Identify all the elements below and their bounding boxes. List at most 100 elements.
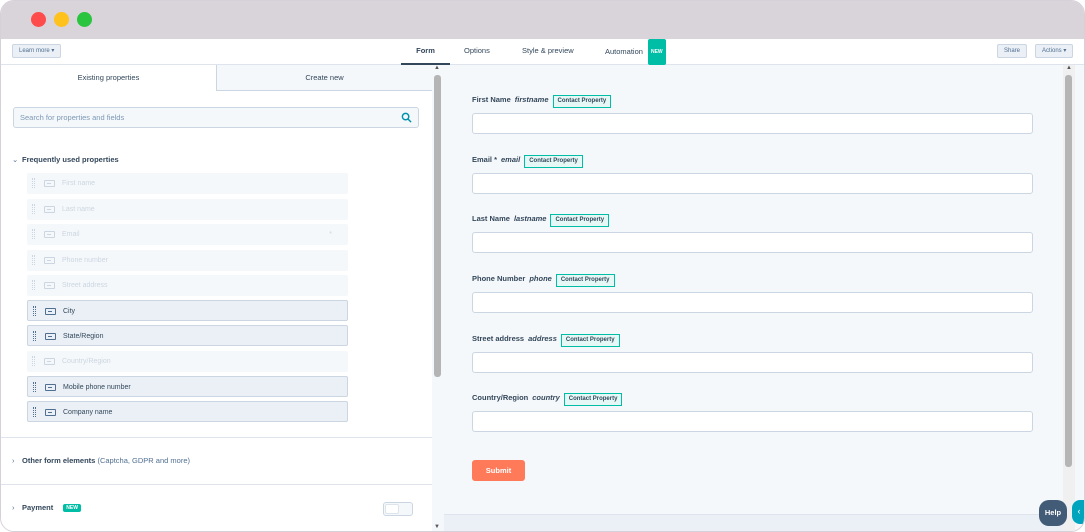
property-label: Last name [62, 206, 95, 213]
actions-button[interactable]: Actions ▾ [1035, 44, 1074, 58]
drag-handle-icon [32, 204, 35, 214]
contact-property-badge: Contact Property [550, 214, 610, 227]
help-button[interactable]: Help [1039, 500, 1067, 526]
maximize-window-button[interactable] [77, 12, 92, 27]
internal-name: country [532, 393, 560, 402]
property-item-mobile-phone-number[interactable]: Mobile phone number [27, 376, 348, 397]
new-badge: NEW [63, 504, 81, 512]
property-item-city[interactable]: City [27, 300, 348, 321]
property-item-phone-number: Phone number [27, 250, 348, 271]
contact-property-badge: Contact Property [555, 274, 615, 287]
share-button[interactable]: Share [997, 44, 1028, 58]
field-label: Street address address Contact Property [472, 332, 1033, 347]
property-label: Email [62, 231, 80, 238]
property-label: Street address [62, 282, 108, 289]
tab-existing-properties[interactable]: Existing properties [1, 65, 216, 91]
left-scrollbar[interactable]: ▲ ▼ [432, 65, 443, 531]
property-search-input[interactable]: Search for properties and fields [13, 107, 419, 128]
chevron-right-icon: › [12, 456, 15, 465]
minimize-window-button[interactable] [54, 12, 69, 27]
drag-handle-icon[interactable] [33, 382, 36, 392]
contact-property-badge: Contact Property [563, 393, 623, 406]
text-field-icon [44, 358, 55, 365]
country-input[interactable] [472, 411, 1033, 432]
drag-handle-icon[interactable] [33, 331, 36, 341]
internal-name: firstname [514, 95, 549, 104]
tab-create-new[interactable]: Create new [216, 65, 432, 91]
tab-style-preview[interactable]: Style & preview [522, 39, 574, 65]
property-label: Company name [63, 409, 113, 416]
other-form-elements-toggle[interactable]: › Other form elements (Captcha, GDPR and … [12, 456, 190, 465]
form-field-phone[interactable]: Phone Number phone Contact Property [472, 272, 1033, 313]
form-field-lastname[interactable]: Last Name lastname Contact Property [472, 212, 1033, 253]
internal-name: address [528, 334, 557, 343]
property-label: Phone number [62, 257, 108, 264]
property-label: Country/Region [62, 358, 111, 365]
drag-handle-icon[interactable] [33, 306, 36, 316]
chevron-left-icon[interactable]: ‹ [1072, 500, 1084, 524]
property-item-street-address: Street address [27, 275, 348, 296]
form-field-firstname[interactable]: First Name firstname Contact Property [472, 93, 1033, 134]
scroll-up-icon[interactable]: ▲ [434, 65, 440, 71]
field-label-text: Last Name [472, 214, 510, 223]
divider [1, 484, 432, 485]
property-item-company-name[interactable]: Company name [27, 401, 348, 422]
drag-handle-icon [32, 255, 35, 265]
editor-top-nav: Learn more ▾ Form Options Style & previe… [1, 39, 1084, 65]
field-label: Country/Region country Contact Property [472, 391, 1033, 406]
contact-property-badge: Contact Property [552, 95, 612, 108]
learn-more-button[interactable]: Learn more ▾ [12, 44, 62, 58]
drag-handle-icon [32, 178, 35, 188]
tab-automation[interactable]: Automation NEW [605, 39, 666, 65]
contact-property-badge: Contact Property [524, 155, 583, 168]
frequent-properties-title: Frequently used properties [22, 155, 119, 164]
payment-toggle[interactable]: › Payment NEW [12, 503, 81, 512]
property-label: City [63, 308, 76, 315]
scroll-up-icon[interactable]: ▲ [1066, 65, 1072, 71]
phone-input[interactable] [472, 292, 1033, 313]
drag-handle-icon [32, 280, 35, 290]
left-scrollbar-thumb[interactable] [434, 75, 441, 377]
divider [1, 437, 432, 438]
form-field-country[interactable]: Country/Region country Contact Property [472, 391, 1033, 432]
email-input[interactable] [472, 173, 1033, 194]
frequent-properties-toggle[interactable]: ⌄ Frequently used properties [12, 155, 119, 164]
lastname-input[interactable] [472, 232, 1033, 253]
field-label: First Name firstname Contact Property [472, 93, 1033, 108]
property-item-email: Email * [27, 224, 348, 245]
form-field-address[interactable]: Street address address Contact Property [472, 332, 1033, 373]
field-label-text: First Name [472, 95, 511, 104]
required-mark: * [329, 231, 332, 238]
scroll-down-icon[interactable]: ▼ [434, 524, 440, 530]
form-preview: First Name firstname Contact Property Emai… [444, 65, 1075, 531]
firstname-input[interactable] [472, 113, 1033, 134]
app-window: Learn more ▾ Form Options Style & previe… [0, 0, 1085, 532]
payment-title: Payment [22, 503, 54, 512]
close-window-button[interactable] [31, 12, 46, 27]
field-label-text: Email * [472, 155, 498, 164]
text-field-icon [45, 308, 56, 315]
drag-handle-icon[interactable] [33, 407, 36, 417]
property-item-last-name: Last name [27, 199, 348, 220]
properties-panel: Existing properties Create new Search fo… [1, 65, 443, 531]
form-field-email[interactable]: Email * email Contact Property [472, 153, 1033, 194]
tab-form[interactable]: Form [401, 39, 450, 65]
property-label: Mobile phone number [63, 384, 131, 391]
right-scrollbar-thumb[interactable] [1065, 75, 1072, 467]
address-input[interactable] [472, 352, 1033, 373]
drag-handle-icon [32, 229, 35, 239]
property-label: State/Region [63, 333, 104, 340]
text-field-icon [44, 231, 55, 238]
submit-button[interactable]: Submit [472, 460, 525, 481]
payment-switch[interactable] [383, 502, 413, 516]
title-bar [1, 1, 1084, 39]
field-label-text: Country/Region [472, 393, 529, 402]
chevron-right-icon: › [12, 503, 15, 512]
chevron-down-icon: ⌄ [12, 155, 19, 164]
right-scrollbar[interactable]: ▲ [1063, 65, 1075, 531]
tab-options[interactable]: Options [464, 39, 490, 65]
other-form-elements-title: Other form elements [22, 456, 96, 465]
property-item-state-region[interactable]: State/Region [27, 325, 348, 346]
search-icon [401, 112, 412, 123]
drag-handle-icon [32, 356, 35, 366]
